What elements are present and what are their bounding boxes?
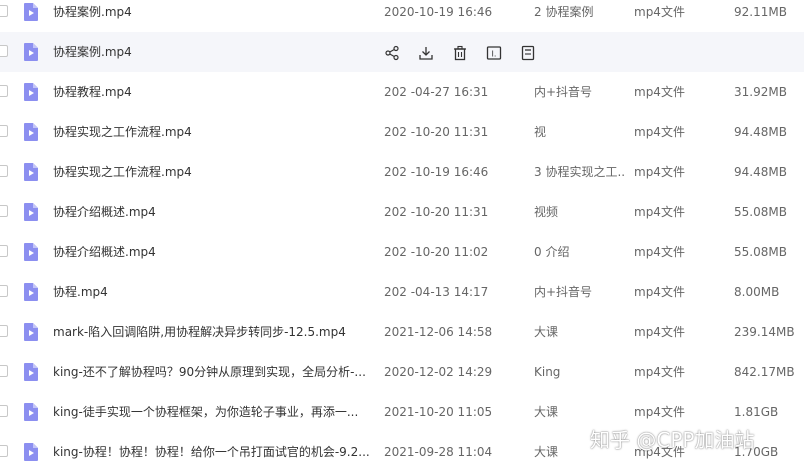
file-directory: 内+抖音号 [534,85,593,99]
file-name[interactable]: 协程.mp4 [53,272,373,312]
file-time: 202 -04-13 14:17 [384,285,489,299]
file-type: mp4文件 [634,285,685,299]
file-row[interactable]: 协程案例.mp4 I. [0,32,804,72]
row-checkbox[interactable] [0,85,8,97]
file-directory: 视频 [534,205,559,219]
video-file-icon [24,403,38,421]
watermark: 知乎 @CPP加油站 [590,428,755,452]
video-file-icon [24,323,38,341]
row-checkbox[interactable] [0,125,8,137]
more-icon[interactable] [520,45,536,61]
file-type: mp4文件 [634,365,685,379]
svg-text:I.: I. [492,49,497,58]
file-directory: 内+抖音号 [534,285,593,299]
row-checkbox[interactable] [0,365,8,377]
row-checkbox[interactable] [0,405,8,417]
file-time: 2021-10-20 11:05 [384,405,493,419]
row-checkbox[interactable] [0,445,8,457]
file-size: 842.17MB [734,365,795,379]
video-file-icon [24,243,38,261]
file-row[interactable]: king-还不了解协程吗？90分钟从原理到实现，全局分析-... 2020-12-… [0,352,804,392]
download-icon[interactable] [418,45,434,61]
file-type: mp4文件 [634,245,685,259]
file-name[interactable]: 协程教程.mp4 [53,72,373,112]
file-type: mp4文件 [634,125,685,139]
file-time: 2020-10-19 16:46 [384,5,493,19]
file-size: 94.48MB [734,165,787,179]
file-directory: 3 协程实现之工... [534,165,624,179]
video-file-icon [24,363,38,381]
file-time: 2021-12-06 14:58 [384,325,493,339]
video-file-icon [24,203,38,221]
file-time: 202 -10-20 11:31 [384,125,489,139]
file-size: 55.08MB [734,205,787,219]
rename-icon[interactable]: I. [486,45,502,61]
video-file-icon [24,3,38,21]
file-time: 202 -10-20 11:31 [384,205,489,219]
video-file-icon [24,443,38,461]
row-checkbox[interactable] [0,245,8,257]
video-file-icon [24,283,38,301]
video-file-icon [24,123,38,141]
file-directory: King [534,365,561,379]
file-name[interactable]: king-徒手实现一个协程框架，为你造轮子事业，再添一... [53,392,373,432]
file-list: 协程案例.mp4 2020-10-19 16:46 2 协程案例 mp4文件 92.11… [0,0,804,472]
file-type: mp4文件 [634,165,685,179]
video-file-icon [24,83,38,101]
file-directory: 视 [534,125,547,139]
file-row[interactable]: 协程实现之工作流程.mp4 202 -10-20 11:31 视 mp4文件 94.48… [0,112,804,152]
file-name[interactable]: 协程案例.mp4 [53,0,373,32]
row-checkbox[interactable] [0,325,8,337]
row-checkbox[interactable] [0,285,8,297]
file-name[interactable]: 协程介绍概述.mp4 [53,232,373,272]
file-time: 202 -04-27 16:31 [384,85,489,99]
file-row[interactable]: 协程实现之工作流程.mp4 202 -10-19 16:46 3 协程实现之工...… [0,152,804,192]
row-checkbox[interactable] [0,5,8,17]
file-name[interactable]: 协程介绍概述.mp4 [53,192,373,232]
file-size: 94.48MB [734,125,787,139]
file-name[interactable]: mark-陷入回调陷阱,用协程解决异步转同步-12.5.mp4 [53,312,373,352]
file-size: 92.11MB [734,5,787,19]
file-type: mp4文件 [634,205,685,219]
row-checkbox[interactable] [0,165,8,177]
file-size: 31.92MB [734,85,787,99]
file-type: mp4文件 [634,85,685,99]
file-size: 8.00MB [734,285,780,299]
file-row[interactable]: 协程介绍概述.mp4 202 -10-20 11:31 视频 mp4文件 55.08MB [0,192,804,232]
file-row[interactable]: 协程介绍概述.mp4 202 -10-20 11:02 0 介绍 mp4文件 55.08… [0,232,804,272]
file-row[interactable]: 协程教程.mp4 202 -04-27 16:31 内+抖音号 mp4文件 31.92M… [0,72,804,112]
delete-icon[interactable] [452,45,468,61]
file-row[interactable]: 协程.mp4 202 -04-13 14:17 内+抖音号 mp4文件 8.00MB [0,272,804,312]
file-name[interactable]: 协程案例.mp4 [53,32,373,72]
file-name[interactable]: 协程实现之工作流程.mp4 [53,112,373,152]
file-name[interactable]: king-协程！协程！协程！给你一个吊打面试官的机会-9.2... [53,432,373,472]
share-icon[interactable] [384,45,400,61]
file-directory: 0 介绍 [534,245,570,259]
file-name[interactable]: king-还不了解协程吗？90分钟从原理到实现，全局分析-... [53,352,373,392]
file-time: 202 -10-20 11:02 [384,245,489,259]
file-row[interactable]: 协程案例.mp4 2020-10-19 16:46 2 协程案例 mp4文件 92.11… [0,0,804,32]
file-type: mp4文件 [634,5,685,19]
file-name[interactable]: 协程实现之工作流程.mp4 [53,152,373,192]
file-directory: 大课 [534,325,559,339]
row-checkbox[interactable] [0,45,8,57]
file-size: 55.08MB [734,245,787,259]
video-file-icon [24,163,38,181]
file-row[interactable]: mark-陷入回调陷阱,用协程解决异步转同步-12.5.mp4 2021-12-0… [0,312,804,352]
file-type: mp4文件 [634,325,685,339]
file-time: 2021-09-28 11:04 [384,445,493,459]
row-checkbox[interactable] [0,205,8,217]
file-size: 239.14MB [734,325,795,339]
file-directory: 2 协程案例 [534,5,594,19]
video-file-icon [24,43,38,61]
file-time: 202 -10-19 16:46 [384,165,489,179]
file-time: 2020-12-02 14:29 [384,365,493,379]
